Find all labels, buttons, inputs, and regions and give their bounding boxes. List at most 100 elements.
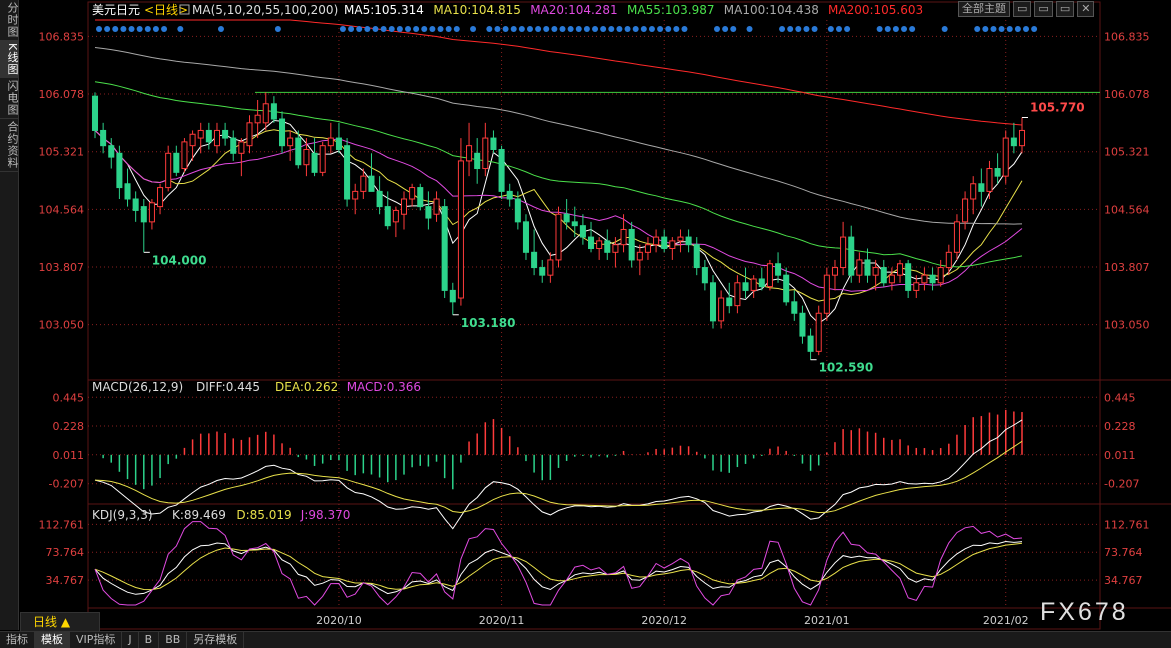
candle-body [888,274,895,284]
kdj-value-0: K:89.469 [172,508,226,522]
price-chart[interactable]: 106.835 106.835 106.078 106.078 105.321 105.3… [0,0,1171,647]
candle-body [742,282,749,291]
tab-save-template[interactable]: 另存模板 [187,632,245,648]
candle-body [433,198,440,215]
candle-body [506,190,513,200]
ma-indicator-label: MA(5,10,20,55,100,200) [192,3,338,17]
candle-body [970,183,977,200]
tab-j[interactable]: J [122,632,139,648]
candle-body [213,129,220,147]
macd-value-0: DIFF:0.445 [196,380,260,394]
signal-dot [974,26,981,32]
candle-body [921,274,928,284]
candle-body [522,221,529,253]
signal-dot [510,26,517,32]
x-tick-label: 2021/01 [804,614,850,627]
theme-select-button[interactable]: 全部主题 [958,1,1010,17]
kdj-y-tick-label-right: 34.767 [1104,574,1143,587]
candle-body [604,240,611,253]
sidebar-item-kline[interactable]: K线图 [0,41,19,79]
candle-body [994,168,1001,177]
kdj-value-1: D:85.019 [236,508,291,522]
candle-body [620,228,627,246]
signal-dot [535,26,542,32]
candle-body [571,221,578,227]
candle-body [238,141,245,154]
layout-button-1[interactable]: ▭ [1013,1,1032,17]
candle-body [840,236,847,269]
candle-body [897,263,904,276]
candle-body [677,236,684,242]
main-y-tick-label-right: 103.807 [1104,261,1150,274]
candle-body [905,263,912,291]
x-tick-label: 2020/11 [479,614,525,627]
tab-vip-indicator[interactable]: VIP指标 [70,632,123,648]
signal-dot [104,26,111,32]
candle-body [547,259,554,276]
signal-dot [1031,26,1038,32]
macd-y-tick-label-right: 0.228 [1104,420,1136,433]
layout-button-3[interactable]: ▭ [1055,1,1075,17]
candle-body [823,274,830,314]
candle-body [978,183,985,192]
candle-body [783,274,790,303]
tab-template[interactable]: 模板 [35,632,70,648]
main-y-tick-label-left: 105.321 [39,146,85,159]
signal-dot [1023,26,1029,32]
ma100-line [94,47,1023,225]
signal-dot [884,26,891,32]
signal-dot [827,26,834,32]
chart-symbol-title: 美元日元 [92,3,140,17]
layout-button-2[interactable]: ▭ [1034,1,1053,17]
candle-body [766,263,773,288]
ma-value-label-5: MA200:105.603 [828,3,923,17]
main-y-tick-label-right: 104.564 [1104,203,1150,216]
candle-body [628,228,635,261]
candle-body [344,145,351,200]
main-y-tick-label-left: 106.835 [39,30,85,43]
signal-dot [632,26,639,32]
signal-dot [112,26,119,32]
tab-bb[interactable]: BB [159,632,188,648]
tab-b[interactable]: B [139,632,160,648]
close-button[interactable]: ✕ [1077,1,1095,17]
signal-dot [941,26,948,32]
candle-body [400,198,408,215]
candle-body [368,175,375,192]
candle-body [222,129,229,139]
ma-value-label-0: MA5:105.314 [344,3,424,17]
macd-y-tick-label-left: 0.228 [53,420,85,433]
sidebar-item-contract[interactable]: 合约资料 [0,119,19,173]
candle-body [555,213,562,261]
signal-dot [844,26,851,32]
signal-dot [161,26,168,32]
signal-dot [730,26,737,32]
candle-body [327,137,334,147]
signal-dot [795,26,802,32]
period-button[interactable]: 日线 ▲ [20,612,100,632]
kdj-y-tick-label-left: 34.767 [46,574,85,587]
ma-value-label-3: MA55:103.987 [627,3,715,17]
candle-body [376,190,383,208]
x-tick-label: 2021/02 [983,614,1029,627]
signal-dot [543,26,550,32]
sidebar-item-flash[interactable]: 闪电图 [0,78,19,120]
x-tick-label: 2020/10 [316,614,362,627]
signal-dot [640,26,647,32]
candle-body [856,259,863,276]
signal-dot [616,26,623,32]
candle-body [466,145,473,162]
signal-dot [421,26,428,32]
sidebar-item-timeshare[interactable]: 分时图 [0,0,19,41]
candle-body [441,206,448,291]
signal-dot [892,26,899,32]
signal-dot [518,26,525,32]
signal-dot [96,26,102,32]
candle-body [685,236,692,246]
candle-body [490,137,497,150]
tab-indicator[interactable]: 指标 [0,632,35,648]
candle-body [197,129,204,139]
candle-body [750,278,757,291]
price-annotation: 102.590 [819,361,874,375]
candle-body [1018,129,1026,147]
